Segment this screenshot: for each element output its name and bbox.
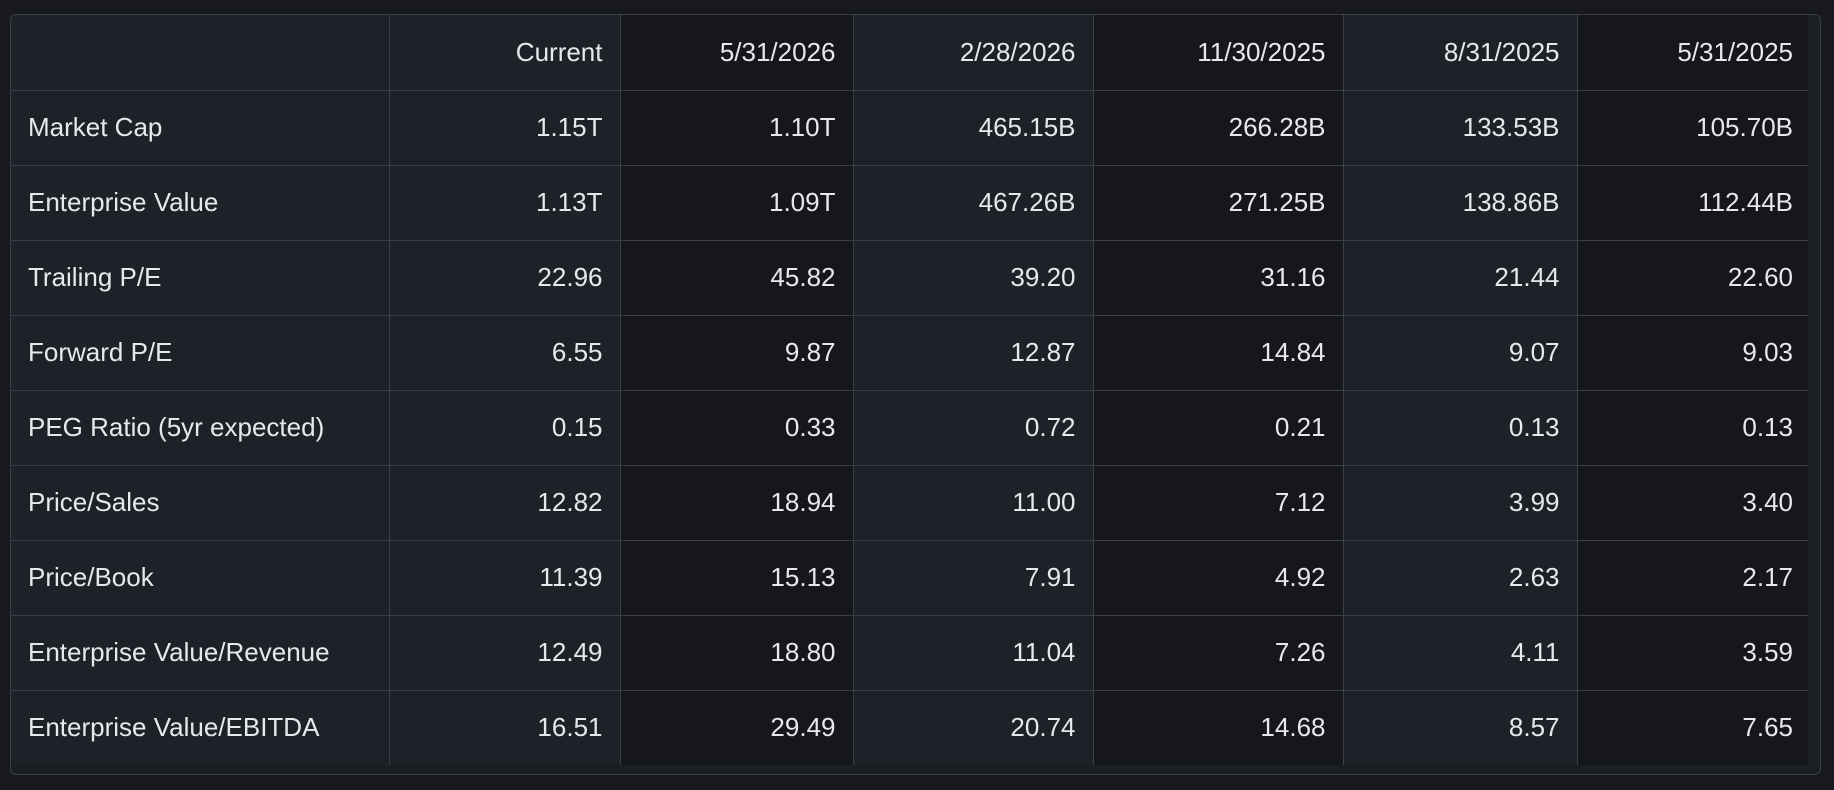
table-cell: 2.17 (1577, 540, 1810, 616)
table-cell: 39.20 (853, 240, 1094, 316)
table-cell: 4.92 (1093, 540, 1344, 616)
table-row: PEG Ratio (5yr expected) 0.15 0.33 0.72 0.21… (11, 390, 1810, 466)
table-cell: 0.72 (853, 390, 1094, 466)
table-cell: 1.13T (389, 165, 621, 241)
table-cell: 3.99 (1343, 465, 1578, 541)
header-row: Current 5/31/2026 2/28/2026 11/30/2025 8… (11, 15, 1810, 91)
table-cell: 9.87 (620, 315, 854, 391)
table-scroll-edge (1808, 15, 1820, 774)
table-cell: 4.11 (1343, 615, 1578, 691)
row-label: Price/Book (11, 540, 390, 616)
column-header-date: 5/31/2025 (1577, 15, 1810, 91)
table-cell: 7.26 (1093, 615, 1344, 691)
table-row: Trailing P/E 22.96 45.82 39.20 31.16 21.44 22.… (11, 240, 1810, 316)
table-cell: 2.63 (1343, 540, 1578, 616)
table-cell: 271.25B (1093, 165, 1344, 241)
table-cell: 467.26B (853, 165, 1094, 241)
table-cell: 12.82 (389, 465, 621, 541)
table-cell: 133.53B (1343, 90, 1578, 166)
table-cell: 20.74 (853, 690, 1094, 765)
table-cell: 0.33 (620, 390, 854, 466)
table-row: Market Cap 1.15T 1.10T 465.15B 266.28B 133.53… (11, 90, 1810, 166)
table-cell: 138.86B (1343, 165, 1578, 241)
table-cell: 1.15T (389, 90, 621, 166)
table-cell: 0.15 (389, 390, 621, 466)
table-cell: 9.03 (1577, 315, 1810, 391)
row-label: Forward P/E (11, 315, 390, 391)
table-cell: 15.13 (620, 540, 854, 616)
table-cell: 3.59 (1577, 615, 1810, 691)
table-cell: 16.51 (389, 690, 621, 765)
row-label: Price/Sales (11, 465, 390, 541)
table-cell: 3.40 (1577, 465, 1810, 541)
table-cell: 0.13 (1343, 390, 1578, 466)
row-label: Trailing P/E (11, 240, 390, 316)
table-cell: 14.84 (1093, 315, 1344, 391)
table-cell: 105.70B (1577, 90, 1810, 166)
column-header-current: Current (389, 15, 621, 91)
column-header-date: 8/31/2025 (1343, 15, 1578, 91)
table-cell: 112.44B (1577, 165, 1810, 241)
table-cell: 1.10T (620, 90, 854, 166)
table-cell: 8.57 (1343, 690, 1578, 765)
table-row: Forward P/E 6.55 9.87 12.87 14.84 9.07 9.03 (11, 315, 1810, 391)
table-cell: 11.39 (389, 540, 621, 616)
column-header-date: 2/28/2026 (853, 15, 1094, 91)
table-cell: 12.87 (853, 315, 1094, 391)
table-cell: 11.04 (853, 615, 1094, 691)
table-cell: 18.80 (620, 615, 854, 691)
table-cell: 22.60 (1577, 240, 1810, 316)
row-label: Enterprise Value/EBITDA (11, 690, 390, 765)
table-cell: 22.96 (389, 240, 621, 316)
table-cell: 9.07 (1343, 315, 1578, 391)
table-cell: 465.15B (853, 90, 1094, 166)
column-header-date: 5/31/2026 (620, 15, 854, 91)
table-cell: 7.12 (1093, 465, 1344, 541)
row-label: Enterprise Value/Revenue (11, 615, 390, 691)
table-cell: 21.44 (1343, 240, 1578, 316)
table-cell: 18.94 (620, 465, 854, 541)
table-row: Price/Sales 12.82 18.94 11.00 7.12 3.99 3.40 (11, 465, 1810, 541)
valuation-measures-table: Current 5/31/2026 2/28/2026 11/30/2025 8… (11, 15, 1810, 765)
table-cell: 6.55 (389, 315, 621, 391)
table-cell: 0.13 (1577, 390, 1810, 466)
table-row: Enterprise Value/EBITDA 16.51 29.49 20.74 14… (11, 690, 1810, 765)
table-row: Enterprise Value/Revenue 12.49 18.80 11.04 7… (11, 615, 1810, 691)
table-cell: 14.68 (1093, 690, 1344, 765)
valuation-measures-table-container: Current 5/31/2026 2/28/2026 11/30/2025 8… (10, 14, 1821, 775)
row-label: Enterprise Value (11, 165, 390, 241)
column-header-label (11, 15, 390, 91)
table-cell: 1.09T (620, 165, 854, 241)
table-cell: 7.65 (1577, 690, 1810, 765)
table-cell: 0.21 (1093, 390, 1344, 466)
table-cell: 7.91 (853, 540, 1094, 616)
table-cell: 31.16 (1093, 240, 1344, 316)
table-cell: 29.49 (620, 690, 854, 765)
table-cell: 45.82 (620, 240, 854, 316)
table-cell: 12.49 (389, 615, 621, 691)
column-header-date: 11/30/2025 (1093, 15, 1344, 91)
row-label: Market Cap (11, 90, 390, 166)
table-cell: 11.00 (853, 465, 1094, 541)
table-row: Enterprise Value 1.13T 1.09T 467.26B 271.25B… (11, 165, 1810, 241)
row-label: PEG Ratio (5yr expected) (11, 390, 390, 466)
table-cell: 266.28B (1093, 90, 1344, 166)
table-row: Price/Book 11.39 15.13 7.91 4.92 2.63 2.17 (11, 540, 1810, 616)
